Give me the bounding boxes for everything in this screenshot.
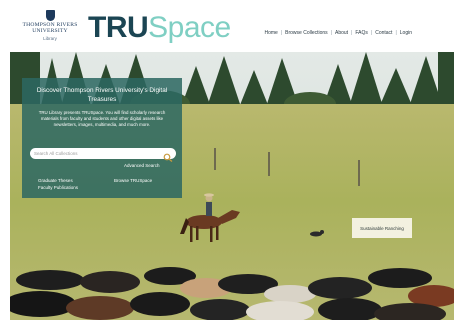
faculty-publications-link[interactable]: Faculty Publications: [38, 185, 78, 190]
nav-about[interactable]: About: [335, 30, 348, 36]
browse-truspace-link[interactable]: Browse TRUSpace: [114, 178, 152, 183]
nav-browse-collections[interactable]: Browse Collections: [285, 30, 328, 36]
nav-separator: |: [280, 30, 283, 36]
panel-description: TRU Library presents TRUSpace. You will …: [38, 110, 166, 128]
graduate-theses-link[interactable]: Graduate Theses: [38, 178, 73, 183]
nav-separator: |: [351, 30, 353, 36]
advanced-search-link[interactable]: Advanced Search: [124, 163, 160, 168]
nav-separator: |: [370, 30, 373, 36]
nav-faqs[interactable]: FAQs: [355, 30, 368, 36]
brand-part-space: Space: [148, 11, 231, 44]
nav-contact[interactable]: Contact: [375, 30, 392, 36]
image-caption[interactable]: Sustainable Ranching: [352, 218, 412, 238]
university-logo[interactable]: THOMPSON RIVERS UNIVERSITY Library: [20, 10, 80, 50]
search-box: [30, 148, 176, 162]
nav-login[interactable]: Login: [400, 30, 412, 36]
brand-part-tru: TRU: [88, 11, 149, 44]
site-header: THOMPSON RIVERS UNIVERSITY Library TRUSp…: [0, 0, 456, 52]
magnifier-icon[interactable]: [163, 149, 173, 162]
top-nav: Home | Browse Collections | About | FAQs…: [265, 30, 413, 36]
nav-home[interactable]: Home: [265, 30, 278, 36]
nav-separator: |: [330, 30, 332, 36]
panel-title: Discover Thompson Rivers University's Di…: [36, 87, 168, 103]
crest-icon: [45, 10, 55, 21]
search-input[interactable]: [34, 148, 160, 159]
truspace-logo[interactable]: TRUSpace: [88, 10, 231, 46]
nav-separator: |: [395, 30, 397, 36]
discover-panel: Discover Thompson Rivers University's Di…: [22, 78, 182, 198]
library-label: Library: [43, 35, 57, 41]
